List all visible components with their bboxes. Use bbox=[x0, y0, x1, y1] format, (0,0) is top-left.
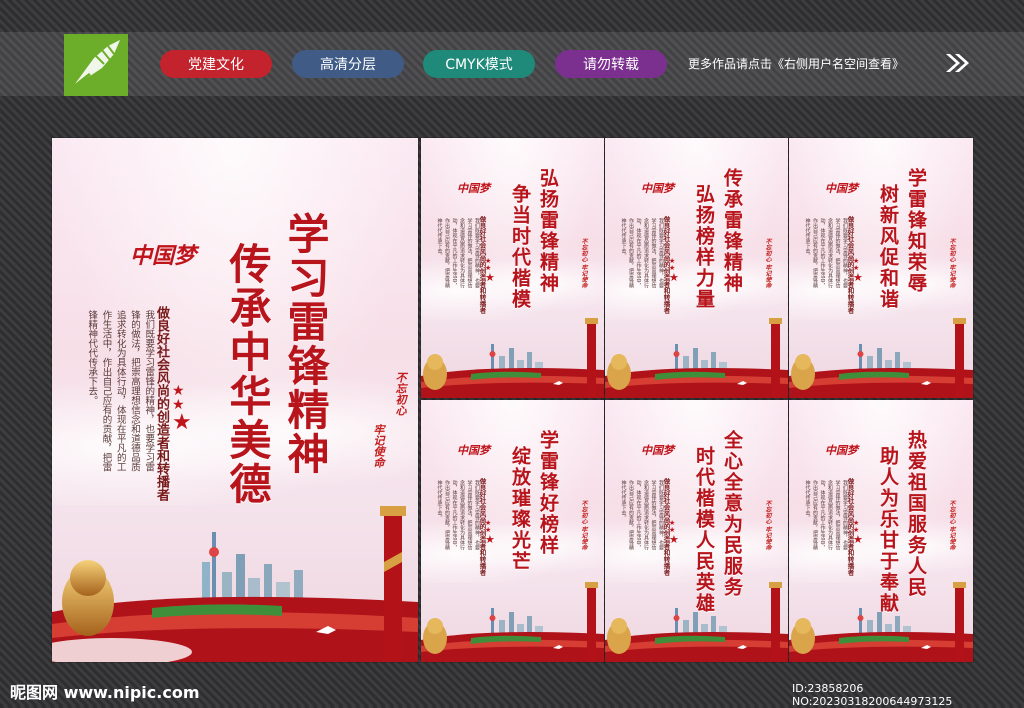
main-body-text: 我们既要学习雷锋的精神，也要学习雷锋的做法，把崇高理想信念和道德品质追求转化为具… bbox=[86, 310, 155, 472]
seal-text: 不忘初心 牢记使命 bbox=[948, 238, 955, 289]
small-poster-5[interactable]: 中国梦 全心全意为民服务 时代楷模人民英雄 做良好社会风尚的创造者和转播者 我们既要学习… bbox=[605, 400, 788, 662]
main-poster[interactable]: 中国梦 学习雷锋精神 传承中华美德 做良好社会风尚的创造者和转播者 我们既要学习… bbox=[52, 138, 418, 662]
golden-lion-icon bbox=[791, 618, 815, 654]
small-poster-1[interactable]: 中国梦 弘扬雷锋精神 争当时代楷模 做良好社会风尚的创造者和转播者 我们既要学习雷锋的精… bbox=[421, 138, 604, 398]
seal-text: 不忘初心 牢记使命 bbox=[580, 238, 587, 289]
city-skyline-illustration bbox=[52, 506, 418, 662]
brand-logo: 中国梦 bbox=[641, 182, 674, 195]
footer-image-id: ID:23858206 NO:20230318200644973125 bbox=[792, 682, 953, 708]
footer-site-logo[interactable]: 昵图网 www.nipic.com bbox=[10, 679, 200, 703]
brand-logo: 中国梦 bbox=[641, 444, 674, 457]
poster-title-line1: 全心全意为民服务 bbox=[721, 430, 743, 598]
seal-text: 不忘初心 牢记使命 bbox=[948, 500, 955, 551]
star-decoration: ★ ★ ★ bbox=[669, 257, 679, 284]
double-arrow-icon[interactable] bbox=[944, 52, 970, 74]
small-poster-6[interactable]: 中国梦 热爱祖国服务人民 助人为乐甘于奉献 做良好社会风尚的创造者和转播者 我们既要学习… bbox=[789, 400, 973, 662]
brand-logo: 中国梦 bbox=[825, 444, 858, 457]
star-decoration: ★ ★ ★ bbox=[172, 383, 192, 435]
main-title-left: 传承中华美德 bbox=[223, 242, 272, 506]
poster-title-line1: 热爱祖国服务人民 bbox=[905, 430, 927, 598]
main-title-right: 学习雷锋精神 bbox=[281, 212, 330, 476]
brand-logo: 中国梦 bbox=[130, 243, 197, 269]
more-works-link[interactable]: 更多作品请点击《右侧用户名空间查看》 bbox=[688, 55, 904, 72]
poster-body-text: 我们既要学习雷锋的精神，也要学习雷锋的做法，把崇高理想信念和道德品质追求转化为具… bbox=[436, 218, 481, 288]
golden-lion-icon bbox=[607, 354, 631, 390]
poster-body-text: 我们既要学习雷锋的精神，也要学习雷锋的做法，把崇高理想信念和道德品质追求转化为具… bbox=[436, 480, 481, 550]
poster-title-line1: 学雷锋知荣辱 bbox=[905, 168, 927, 294]
seal-text-right: 牢记使命 bbox=[372, 424, 385, 468]
poster-title-line1: 传承雷锋精神 bbox=[721, 168, 743, 294]
city-skyline-illustration bbox=[421, 318, 604, 398]
golden-lion-icon bbox=[423, 618, 447, 654]
poster-body-text: 我们既要学习雷锋的精神，也要学习雷锋的做法，把崇高理想信念和道德品质追求转化为具… bbox=[804, 218, 849, 288]
brand-logo: 中国梦 bbox=[457, 444, 490, 457]
golden-lion-icon bbox=[62, 560, 114, 636]
tag-button-cmyk[interactable]: CMYK模式 bbox=[423, 50, 535, 78]
seal-text: 不忘初心 牢记使命 bbox=[764, 500, 771, 551]
small-poster-3[interactable]: 中国梦 学雷锋知荣辱 树新风促和谐 做良好社会风尚的创造者和转播者 我们既要学习雷锋的精… bbox=[789, 138, 973, 398]
city-skyline-illustration bbox=[789, 318, 973, 398]
seal-text: 不忘初心 牢记使命 bbox=[580, 500, 587, 551]
golden-lion-icon bbox=[607, 618, 631, 654]
poster-title-line2: 争当时代楷模 bbox=[509, 184, 531, 310]
city-skyline-illustration bbox=[605, 582, 788, 662]
seal-text: 不忘初心 牢记使命 bbox=[764, 238, 771, 289]
poster-title-line2: 绽放璀璨光芒 bbox=[509, 446, 531, 572]
poster-title-line1: 弘扬雷锋精神 bbox=[537, 168, 559, 294]
city-skyline-illustration bbox=[789, 582, 973, 662]
poster-body-text: 我们既要学习雷锋的精神，也要学习雷锋的做法，把崇高理想信念和道德品质追求转化为具… bbox=[804, 480, 849, 550]
brand-logo: 中国梦 bbox=[457, 182, 490, 195]
small-poster-2[interactable]: 中国梦 传承雷锋精神 弘扬榜样力量 做良好社会风尚的创造者和转播者 我们既要学习雷锋的精… bbox=[605, 138, 788, 398]
small-poster-4[interactable]: 中国梦 学雷锋好榜样 绽放璀璨光芒 做良好社会风尚的创造者和转播者 我们既要学习雷锋的精… bbox=[421, 400, 604, 662]
site-logo[interactable] bbox=[64, 34, 128, 96]
tag-button-party-culture[interactable]: 党建文化 bbox=[160, 50, 272, 78]
star-decoration: ★ ★ ★ bbox=[853, 257, 863, 284]
star-decoration: ★ ★ ★ bbox=[485, 519, 495, 546]
city-skyline-illustration bbox=[605, 318, 788, 398]
tag-button-hd-layers[interactable]: 高清分层 bbox=[292, 50, 404, 78]
poster-body-text: 我们既要学习雷锋的精神，也要学习雷锋的做法，把崇高理想信念和道德品质追求转化为具… bbox=[620, 218, 665, 288]
golden-lion-icon bbox=[791, 354, 815, 390]
poster-title-line1: 学雷锋好榜样 bbox=[537, 430, 559, 556]
tag-button-no-repost[interactable]: 请勿转载 bbox=[555, 50, 667, 78]
star-decoration: ★ ★ ★ bbox=[485, 257, 495, 284]
city-skyline-illustration bbox=[421, 582, 604, 662]
poster-title-line2: 弘扬榜样力量 bbox=[693, 184, 715, 310]
star-decoration: ★ ★ ★ bbox=[669, 519, 679, 546]
poster-title-line2: 树新风促和谐 bbox=[877, 184, 899, 310]
brand-logo: 中国梦 bbox=[825, 182, 858, 195]
seal-text-left: 不忘初心 bbox=[394, 372, 407, 416]
golden-lion-icon bbox=[423, 354, 447, 390]
poster-body-text: 我们既要学习雷锋的精神，也要学习雷锋的做法，把崇高理想信念和道德品质追求转化为具… bbox=[620, 480, 665, 550]
star-decoration: ★ ★ ★ bbox=[853, 519, 863, 546]
